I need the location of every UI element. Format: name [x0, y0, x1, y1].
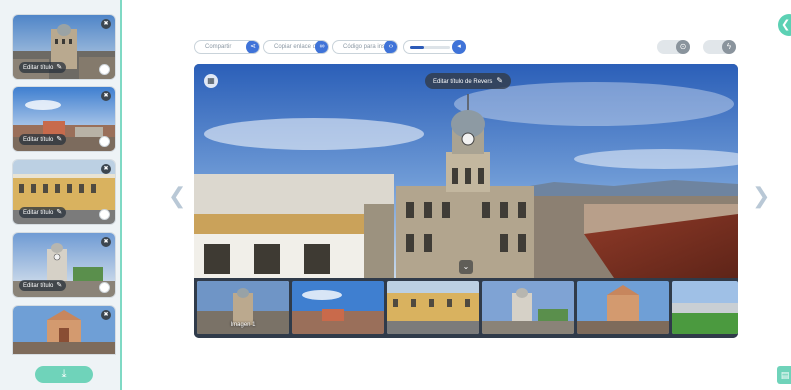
sidebar-item-3[interactable]: ✖ Editar título ✎ [13, 160, 115, 224]
edit-title-button[interactable]: Editar título ✎ [19, 134, 67, 145]
strip-thumb-2[interactable] [292, 281, 384, 334]
app-root: ✖ Editar título ✎ ✖ Editar título ✎ ✖ Ed… [0, 0, 791, 390]
embed-code-field[interactable]: Código para inse... ‹› [332, 40, 398, 54]
pencil-icon: ✎ [56, 64, 63, 71]
panorama-viewer[interactable]: ▦ Editar título de Revers ✎ ⌄ Imagen 1 [194, 64, 738, 338]
lock-icon: ⊙ [676, 40, 690, 54]
code-icon[interactable]: ‹› [384, 41, 397, 53]
edit-title-button[interactable]: Editar título ✎ [19, 280, 67, 291]
pencil-icon: ✎ [56, 136, 63, 143]
share-field[interactable]: Compartir ⋖ [194, 40, 260, 54]
edit-title-label: Editar título [23, 210, 54, 216]
trash-icon[interactable]: ✖ [101, 91, 111, 101]
strip-thumb-image [482, 281, 574, 334]
edit-title-label: Editar título [23, 137, 54, 143]
strip-thumb-3[interactable] [387, 281, 479, 334]
zoom-slider-fill [410, 46, 424, 49]
sidebar-item-2[interactable]: ✖ Editar título ✎ [13, 87, 115, 151]
thumbnail-image [13, 306, 115, 354]
trash-icon[interactable]: ✖ [101, 237, 111, 247]
zoom-slider[interactable]: ◂ [403, 40, 466, 54]
panel-icon: ▤ [780, 370, 790, 380]
trash-icon[interactable]: ✖ [101, 310, 111, 320]
download-icon: ⤓ [61, 368, 67, 380]
edit-title-label: Editar título [23, 65, 54, 71]
copy-link-label: Copiar enlace de [274, 44, 320, 50]
floorplan-glyph: ▦ [207, 76, 215, 85]
chevron-down-icon: ⌄ [462, 262, 470, 271]
thumbnail-strip: Imagen 1 [194, 278, 738, 338]
strip-thumb-image [292, 281, 384, 334]
strip-thumb-image [387, 281, 479, 334]
share-label: Compartir [205, 44, 232, 50]
strip-thumb-image [672, 281, 738, 334]
edit-title-button[interactable]: Editar título ✎ [19, 62, 67, 73]
toggle-lock[interactable]: ⊙ [657, 40, 690, 54]
sidebar: ✖ Editar título ✎ ✖ Editar título ✎ ✖ Ed… [0, 0, 122, 390]
link-icon[interactable]: ∞ [315, 41, 328, 53]
pencil-icon: ✎ [56, 209, 63, 216]
sidebar-item-5[interactable]: ✖ [13, 306, 115, 354]
panorama-title-label: Editar título de Revers [433, 79, 493, 85]
pencil-icon: ✎ [496, 76, 504, 85]
strip-thumb-5[interactable] [577, 281, 669, 334]
strip-thumb-label: Imagen 1 [230, 322, 256, 328]
strip-thumb-image [577, 281, 669, 334]
expand-panel-button[interactable]: ❮ [778, 14, 791, 36]
select-radio[interactable] [99, 136, 110, 147]
strip-thumb-4[interactable] [482, 281, 574, 334]
slider-handle-icon[interactable]: ◂ [452, 40, 466, 54]
bolt-icon: ϟ [722, 40, 736, 54]
sidebar-item-4[interactable]: ✖ Editar título ✎ [13, 233, 115, 297]
select-radio[interactable] [99, 282, 110, 293]
copy-link-field[interactable]: Copiar enlace de ∞ [263, 40, 329, 54]
trash-icon[interactable]: ✖ [101, 164, 111, 174]
trash-icon[interactable]: ✖ [101, 19, 111, 29]
toggle-bolt[interactable]: ϟ [703, 40, 736, 54]
select-radio[interactable] [99, 209, 110, 220]
floorplan-icon[interactable]: ▦ [204, 74, 218, 88]
select-radio[interactable] [99, 64, 110, 75]
download-button[interactable]: ⤓ [35, 366, 93, 383]
pencil-icon: ✎ [56, 282, 63, 289]
edit-title-label: Editar título [23, 283, 54, 289]
prev-arrow-icon[interactable]: ❮ [168, 186, 186, 208]
next-arrow-icon[interactable]: ❯ [752, 186, 770, 208]
edit-panorama-title-button[interactable]: Editar título de Revers ✎ [425, 73, 512, 89]
collapse-strip-button[interactable]: ⌄ [459, 260, 473, 274]
zoom-slider-track[interactable] [410, 46, 450, 49]
panorama-image[interactable] [194, 64, 738, 278]
strip-thumb-6[interactable] [672, 281, 738, 334]
share-icon[interactable]: ⋖ [246, 41, 259, 53]
chevron-left-icon: ❮ [781, 19, 791, 31]
edit-title-button[interactable]: Editar título ✎ [19, 207, 67, 218]
corner-panel-button[interactable]: ▤ [777, 366, 791, 384]
strip-thumb-1[interactable]: Imagen 1 [197, 281, 289, 334]
sidebar-item-1[interactable]: ✖ Editar título ✎ [13, 15, 115, 79]
